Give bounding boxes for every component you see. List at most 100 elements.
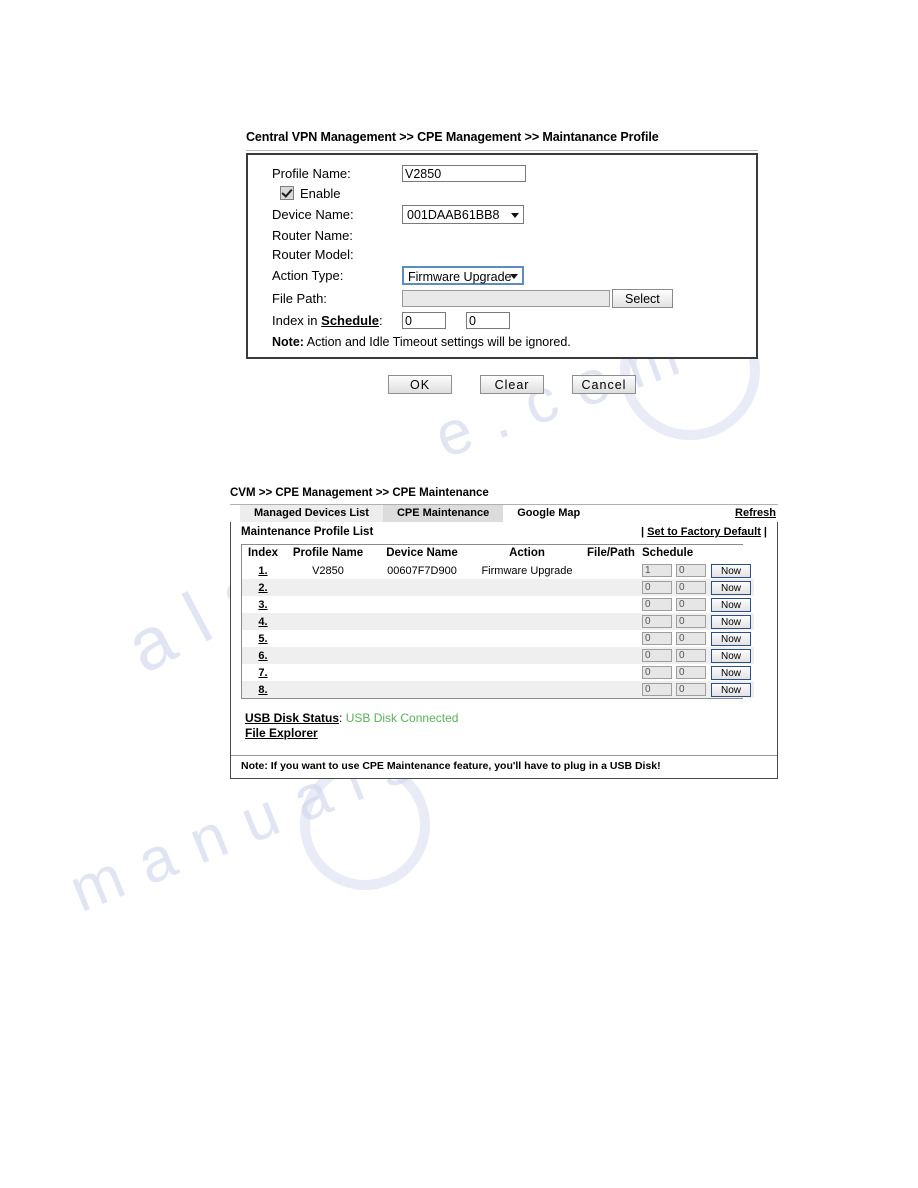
table-header-row: Index Profile Name Device Name Action Fi… <box>242 545 755 562</box>
refresh-link[interactable]: Refresh <box>735 505 776 522</box>
now-button[interactable]: Now <box>711 665 752 680</box>
row-profile-name <box>284 647 372 664</box>
now-button[interactable]: Now <box>711 563 752 578</box>
schedule-input-b[interactable]: 0 <box>676 666 706 679</box>
row-schedule-b-cell: 0 <box>674 613 708 630</box>
device-name-select[interactable]: 001DAAB61BB8 <box>402 205 524 225</box>
row-now-cell: Now <box>708 630 755 647</box>
index-schedule-label-pre: Index in <box>272 313 322 329</box>
row-file-path <box>582 613 640 630</box>
now-button[interactable]: Now <box>711 631 752 646</box>
table-row: 4. 0 0 Now <box>242 613 755 630</box>
action-type-select[interactable]: Firmware Upgrade <box>402 266 524 286</box>
maintenance-profile-table: Index Profile Name Device Name Action Fi… <box>242 545 755 698</box>
profile-index-link[interactable]: 8. <box>258 684 267 696</box>
row-index-cell: 2. <box>242 579 284 596</box>
maintenance-profile-list-panel: Maintenance Profile List | Set to Factor… <box>230 522 778 779</box>
row-now-cell: Now <box>708 562 755 579</box>
row-action <box>472 613 582 630</box>
profile-index-link[interactable]: 2. <box>258 582 267 594</box>
row-schedule-a-cell: 0 <box>640 613 674 630</box>
schedule-input-a[interactable]: 1 <box>642 564 672 577</box>
set-to-factory-default-link[interactable]: Set to Factory Default <box>647 526 761 538</box>
now-button[interactable]: Now <box>711 648 752 663</box>
profile-index-link[interactable]: 1. <box>258 565 267 577</box>
row-action <box>472 664 582 681</box>
row-device-name <box>372 596 472 613</box>
profile-name-input[interactable]: V2850 <box>402 165 526 183</box>
file-path-cell: Select <box>402 287 673 310</box>
ok-button[interactable]: OK <box>388 375 452 395</box>
now-button[interactable]: Now <box>711 614 752 629</box>
row-index-cell: 4. <box>242 613 284 630</box>
profile-index-link[interactable]: 4. <box>258 616 267 628</box>
file-explorer-link[interactable]: File Explorer <box>245 726 771 741</box>
schedule-index-input-1[interactable]: 0 <box>402 312 446 330</box>
cancel-button[interactable]: Cancel <box>572 375 636 395</box>
table-row: 3. 0 0 Now <box>242 596 755 613</box>
schedule-index-input-2[interactable]: 0 <box>466 312 510 330</box>
row-schedule-b-cell: 0 <box>674 664 708 681</box>
note-bold-label: Note: <box>272 335 304 350</box>
schedule-link[interactable]: Schedule <box>321 313 379 328</box>
router-model-row: Router Model: <box>272 245 673 264</box>
row-now-cell: Now <box>708 647 755 664</box>
now-button[interactable]: Now <box>711 597 752 612</box>
select-file-button[interactable]: Select <box>612 289 673 309</box>
schedule-input-a[interactable]: 0 <box>642 632 672 645</box>
schedule-input-b[interactable]: 0 <box>676 649 706 662</box>
profile-name-row: Profile Name: V2850 <box>272 163 673 184</box>
action-type-cell: Firmware Upgrade <box>402 264 673 287</box>
router-name-row: Router Name: <box>272 226 673 245</box>
cpe-maintenance-section: CVM >> CPE Management >> CPE Maintenance… <box>230 487 778 779</box>
usb-status-line: USB Disk Status: USB Disk Connected <box>245 711 771 726</box>
now-button[interactable]: Now <box>711 682 752 697</box>
profile-name-cell: V2850 <box>402 163 673 184</box>
note-text: Action and Idle Timeout settings will be… <box>303 335 571 350</box>
tab-google-map[interactable]: Google Map <box>503 505 595 522</box>
enable-checkbox[interactable] <box>280 186 294 201</box>
schedule-input-b[interactable]: 0 <box>676 598 706 611</box>
col-schedule: Schedule <box>640 545 755 562</box>
form-button-row: OK Clear Cancel <box>246 375 758 395</box>
row-file-path <box>582 664 640 681</box>
row-schedule-b-cell: 0 <box>674 596 708 613</box>
schedule-input-a[interactable]: 0 <box>642 615 672 628</box>
schedule-input-b[interactable]: 0 <box>676 615 706 628</box>
table-row: 2. 0 0 Now <box>242 579 755 596</box>
now-button[interactable]: Now <box>711 580 752 595</box>
profile-index-link[interactable]: 6. <box>258 650 267 662</box>
router-model-label: Router Model: <box>272 247 354 263</box>
schedule-input-b[interactable]: 0 <box>676 581 706 594</box>
schedule-input-b[interactable]: 0 <box>676 632 706 645</box>
index-schedule-label-post: : <box>378 313 383 329</box>
action-type-label: Action Type: <box>272 268 344 284</box>
tab-cpe-maintenance[interactable]: CPE Maintenance <box>382 505 504 522</box>
profile-index-link[interactable]: 7. <box>258 667 267 679</box>
index-schedule-row: Index in Schedule: 0 0 <box>272 310 673 331</box>
row-schedule-b-cell: 0 <box>674 562 708 579</box>
profile-index-link[interactable]: 5. <box>258 633 267 645</box>
watermark-ring <box>300 760 430 890</box>
row-profile-name <box>284 596 372 613</box>
schedule-input-a[interactable]: 0 <box>642 581 672 594</box>
schedule-input-a[interactable]: 0 <box>642 683 672 696</box>
router-model-value <box>402 245 673 264</box>
profile-list-frame: Index Profile Name Device Name Action Fi… <box>241 544 755 699</box>
schedule-input-a[interactable]: 0 <box>642 649 672 662</box>
row-schedule-b-cell: 0 <box>674 681 708 698</box>
clear-button[interactable]: Clear <box>480 375 544 395</box>
profile-index-link[interactable]: 3. <box>258 599 267 611</box>
row-action: Firmware Upgrade <box>472 562 582 579</box>
schedule-input-a[interactable]: 0 <box>642 666 672 679</box>
row-profile-name <box>284 579 372 596</box>
row-file-path <box>582 596 640 613</box>
form-note: Note: Action and Idle Timeout settings w… <box>272 331 673 351</box>
table-row: 6. 0 0 Now <box>242 647 755 664</box>
schedule-input-a[interactable]: 0 <box>642 598 672 611</box>
schedule-input-b[interactable]: 0 <box>676 683 706 696</box>
breadcrumb-2: CVM >> CPE Management >> CPE Maintenance <box>230 487 489 499</box>
tab-managed-devices-list[interactable]: Managed Devices List <box>240 505 383 522</box>
schedule-input-b[interactable]: 0 <box>676 564 706 577</box>
file-path-input[interactable] <box>402 290 610 308</box>
